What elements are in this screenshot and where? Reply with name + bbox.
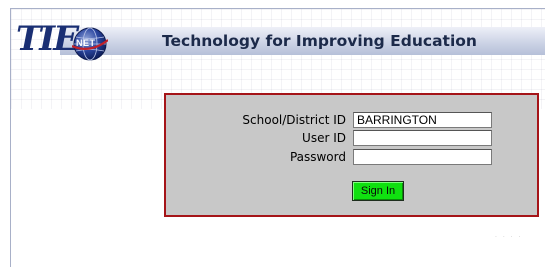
page-title: Technology for Improving Education: [162, 32, 477, 50]
decorative-dots: · · · ·: [495, 234, 523, 241]
logo-badge: NET: [76, 38, 96, 48]
school-district-label: School/District ID: [242, 113, 346, 127]
header-title-bar: Technology for Improving Education: [60, 27, 545, 55]
school-district-input[interactable]: BARRINGTON: [353, 112, 492, 128]
password-label: Password: [289, 150, 346, 164]
tienet-logo: TIE NET: [16, 14, 116, 70]
user-id-label: User ID: [302, 131, 346, 145]
password-input[interactable]: [353, 149, 492, 165]
sign-in-button[interactable]: Sign In: [352, 181, 404, 201]
user-id-input[interactable]: [353, 130, 492, 146]
logo-wordmark: TIE: [16, 19, 79, 59]
login-panel: School/District ID BARRINGTON User ID Pa…: [164, 93, 539, 217]
